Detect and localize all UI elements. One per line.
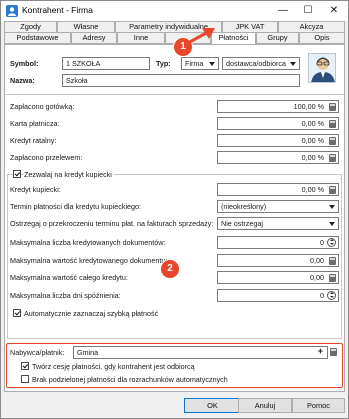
cash-percent-input[interactable]: 100,00 %	[217, 100, 339, 113]
maximize-button[interactable]: ☐	[296, 1, 320, 21]
chevron-down-icon	[209, 62, 215, 66]
cash-label: Zapłacono gotówką:	[10, 102, 75, 111]
minimize-button[interactable]: —	[271, 1, 295, 21]
transfer-label: Zapłacono przelewem:	[10, 153, 83, 162]
chevron-down-icon	[290, 62, 296, 66]
credit-label: Kredyt kupiecki:	[10, 185, 61, 194]
spinner-icon[interactable]	[327, 238, 336, 247]
max-doc-value-value: 0,00	[310, 256, 324, 265]
installment-percent-input[interactable]: 0,00 %	[217, 134, 339, 147]
max-delay-input[interactable]: 0	[217, 289, 339, 302]
auto-quick-payment-checkbox[interactable]	[13, 309, 21, 317]
calculator-icon[interactable]	[329, 154, 336, 162]
tab-inne[interactable]: Inne	[117, 32, 165, 44]
typ-select[interactable]: Firma	[181, 57, 219, 70]
nazwa-label: Nazwa:	[10, 76, 35, 85]
divider	[5, 94, 344, 95]
max-delay-value: 0	[320, 291, 324, 300]
payments-panel: Symbol: 1 SZKOŁA Typ: Firma dostawca/odb…	[4, 44, 345, 392]
card-label: Karta płatnicza:	[10, 119, 60, 128]
tab-opis[interactable]: Opis	[299, 32, 345, 44]
title-bar: Kontrahent - Firma — ☐ ✕	[1, 1, 348, 21]
transfer-percent-value: 0,00 %	[301, 153, 324, 162]
auto-quick-payment-label: Automatycznie zaznaczaj szybką płatność	[24, 309, 159, 318]
calculator-icon[interactable]	[329, 257, 336, 265]
max-delay-label: Maksymalna liczba dni spóźnienia:	[10, 291, 121, 300]
cancel-button[interactable]: Anuluj	[238, 398, 292, 413]
step-badge-2: 2	[161, 260, 179, 278]
max-docs-label: Maksymalna liczba kredytowanych dokument…	[10, 238, 166, 247]
overdue-warning-select[interactable]: Nie ostrzegaj	[217, 217, 339, 230]
tab-grupy[interactable]: Grupy	[256, 32, 299, 44]
calculator-icon[interactable]	[329, 186, 336, 194]
allow-credit-checkbox[interactable]	[13, 170, 21, 178]
overdue-warning-label: Ostrzegaj o przekroczeniu terminu płat. …	[10, 219, 214, 228]
calculator-icon[interactable]	[329, 103, 336, 111]
tab-podstawowe[interactable]: Podstawowe	[4, 32, 71, 44]
help-button[interactable]: Pomoc	[292, 398, 345, 413]
chevron-down-icon	[329, 205, 335, 209]
credit-term-select[interactable]: (nieokreślony)	[217, 200, 339, 213]
max-docs-value: 0	[320, 238, 324, 247]
chevron-down-icon	[329, 222, 335, 226]
installment-label: Kredyt ratalny:	[10, 136, 57, 145]
tab-adresy[interactable]: Adresy	[71, 32, 117, 44]
max-credit-value-value: 0,00	[310, 273, 324, 282]
symbol-label: Symbol:	[10, 59, 39, 68]
card-percent-input[interactable]: 0,00 %	[217, 117, 339, 130]
credit-term-value: (nieokreślony)	[221, 202, 267, 211]
max-credit-value-input[interactable]: 0,00	[217, 271, 339, 284]
calculator-icon[interactable]	[329, 137, 336, 145]
typ-select-value: Firma	[185, 59, 204, 68]
installment-percent-value: 0,00 %	[301, 136, 324, 145]
allow-credit-label: Zezwalaj na kredyt kupiecki	[24, 170, 114, 179]
calculator-icon[interactable]	[329, 120, 336, 128]
window-title: Kontrahent - Firma	[22, 5, 93, 15]
spinner-icon[interactable]	[327, 291, 336, 300]
person-icon	[311, 57, 335, 82]
pointer-arrow-icon	[186, 28, 215, 45]
max-docs-input[interactable]: 0	[217, 236, 339, 249]
role-select[interactable]: dostawca/odbiorca	[222, 57, 300, 70]
nazwa-input[interactable]: Szkoła	[62, 74, 300, 87]
overdue-warning-value: Nie ostrzegaj	[221, 219, 263, 228]
card-percent-value: 0,00 %	[301, 119, 324, 128]
symbol-input[interactable]: 1 SZKOŁA	[62, 57, 150, 70]
credit-term-label: Termin płatności dla kredytu kupieckiego…	[10, 202, 142, 211]
max-doc-value-input[interactable]: 0,00	[217, 254, 339, 267]
role-select-value: dostawca/odbiorca	[226, 59, 286, 68]
highlight-box	[6, 343, 343, 388]
typ-label: Typ:	[156, 59, 171, 68]
credit-percent-input[interactable]: 0,00 %	[217, 183, 339, 196]
cash-percent-value: 100,00 %	[293, 102, 324, 111]
calculator-icon[interactable]	[329, 274, 336, 282]
ok-button[interactable]: OK	[184, 398, 241, 413]
max-credit-value-label: Maksymalna wartość całego kredytu:	[10, 273, 128, 282]
transfer-percent-input[interactable]: 0,00 %	[217, 151, 339, 164]
contractor-avatar	[308, 53, 336, 83]
credit-percent-value: 0,00 %	[301, 185, 324, 194]
contractor-app-icon	[6, 5, 18, 17]
max-doc-value-label: Maksymalna wartość kredytowanego dokumen…	[10, 256, 168, 265]
dialog-window: Kontrahent - Firma — ☐ ✕ Zgody Własne Pa…	[0, 0, 349, 419]
close-button[interactable]: ✕	[322, 1, 346, 21]
